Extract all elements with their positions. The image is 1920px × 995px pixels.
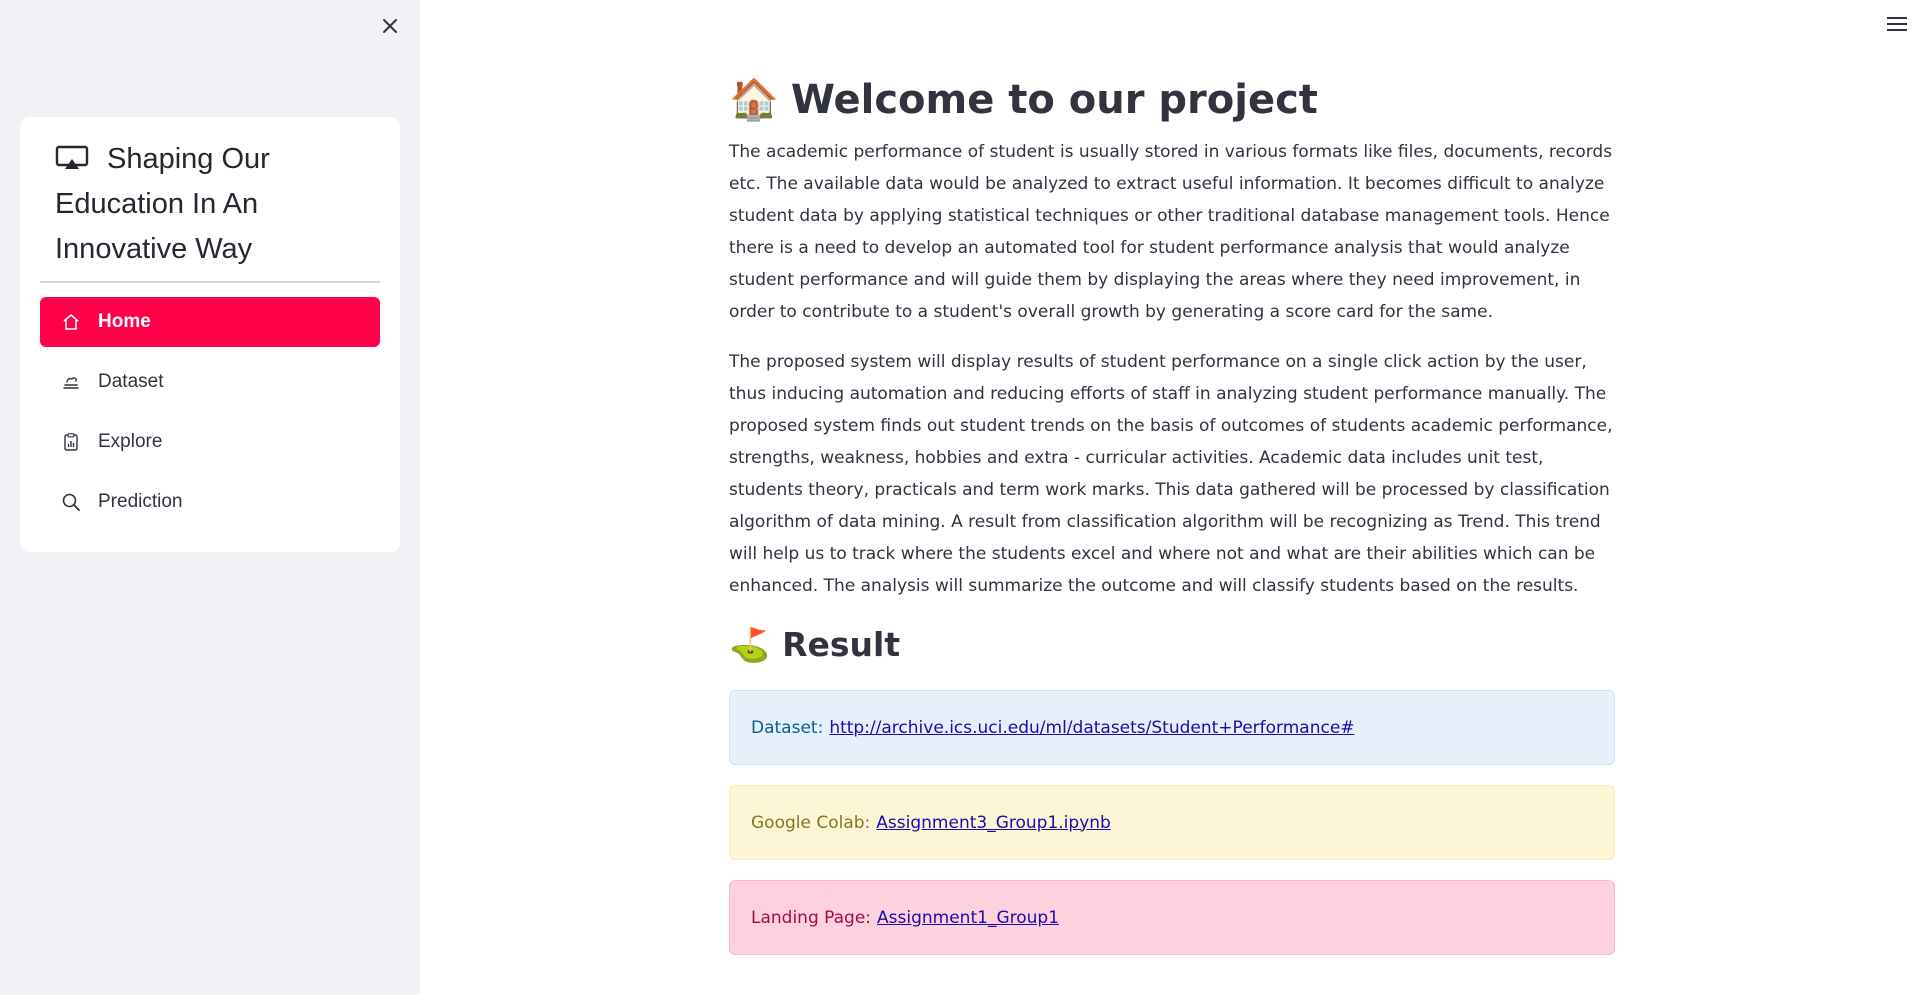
dataset-label: Dataset: bbox=[751, 717, 824, 738]
menu-item-label: Explore bbox=[98, 431, 163, 452]
app: Shaping Our Education In An Innovative W… bbox=[0, 0, 1920, 995]
menu-item-label: Prediction bbox=[98, 491, 183, 512]
result-heading-text: Result bbox=[782, 625, 901, 664]
house-icon bbox=[60, 311, 82, 333]
golf-flag-emoji-icon: ⛳ bbox=[729, 625, 771, 664]
menu-item-explore[interactable]: Explore bbox=[40, 417, 380, 467]
menu-item-label: Dataset bbox=[98, 371, 164, 392]
menu-item-dataset[interactable]: Dataset bbox=[40, 357, 380, 407]
landing-page-link[interactable]: Assignment1_Group1 bbox=[877, 908, 1059, 928]
main-content: 🏠 Welcome to our project The academic pe… bbox=[729, 70, 1615, 975]
option-menu: Shaping Our Education In An Innovative W… bbox=[20, 117, 400, 552]
hamburger-menu-icon[interactable] bbox=[1884, 12, 1910, 36]
intro-paragraph: The academic performance of student is u… bbox=[729, 142, 1613, 322]
menu-title: Shaping Our Education In An Innovative W… bbox=[55, 137, 385, 272]
menu-item-home[interactable]: Home bbox=[40, 297, 380, 347]
page-title-text: Welcome to our project bbox=[790, 77, 1318, 123]
house-emoji-icon: 🏠 bbox=[729, 77, 779, 123]
menu-item-label: Home bbox=[98, 311, 151, 332]
clipboard-data-icon bbox=[60, 431, 82, 453]
colab-warning-box: Google Colab: Assignment3_Group1.ipynb bbox=[729, 785, 1615, 860]
menu-divider bbox=[40, 281, 380, 283]
colab-link[interactable]: Assignment3_Group1.ipynb bbox=[876, 813, 1111, 833]
page-title: 🏠 Welcome to our project bbox=[729, 70, 1615, 130]
menu-item-prediction[interactable]: Prediction bbox=[40, 477, 380, 527]
sidebar: Shaping Our Education In An Innovative W… bbox=[0, 0, 420, 995]
dataset-link[interactable]: http://archive.ics.uci.edu/ml/datasets/S… bbox=[829, 718, 1354, 738]
landing-page-label: Landing Page: bbox=[751, 907, 872, 928]
system-paragraph: The proposed system will display results… bbox=[729, 352, 1613, 596]
search-icon bbox=[60, 491, 82, 513]
result-heading: ⛳ Result bbox=[729, 620, 1615, 670]
colab-label: Google Colab: bbox=[751, 812, 871, 833]
cloud-icon bbox=[60, 371, 82, 393]
dataset-info-box: Dataset: http://archive.ics.uci.edu/ml/d… bbox=[729, 690, 1615, 765]
close-icon[interactable] bbox=[376, 12, 404, 40]
menu-list: Home Dataset Explore Prediction bbox=[40, 297, 380, 537]
landing-page-box: Landing Page: Assignment1_Group1 bbox=[729, 880, 1615, 955]
cast-icon bbox=[55, 140, 91, 169]
